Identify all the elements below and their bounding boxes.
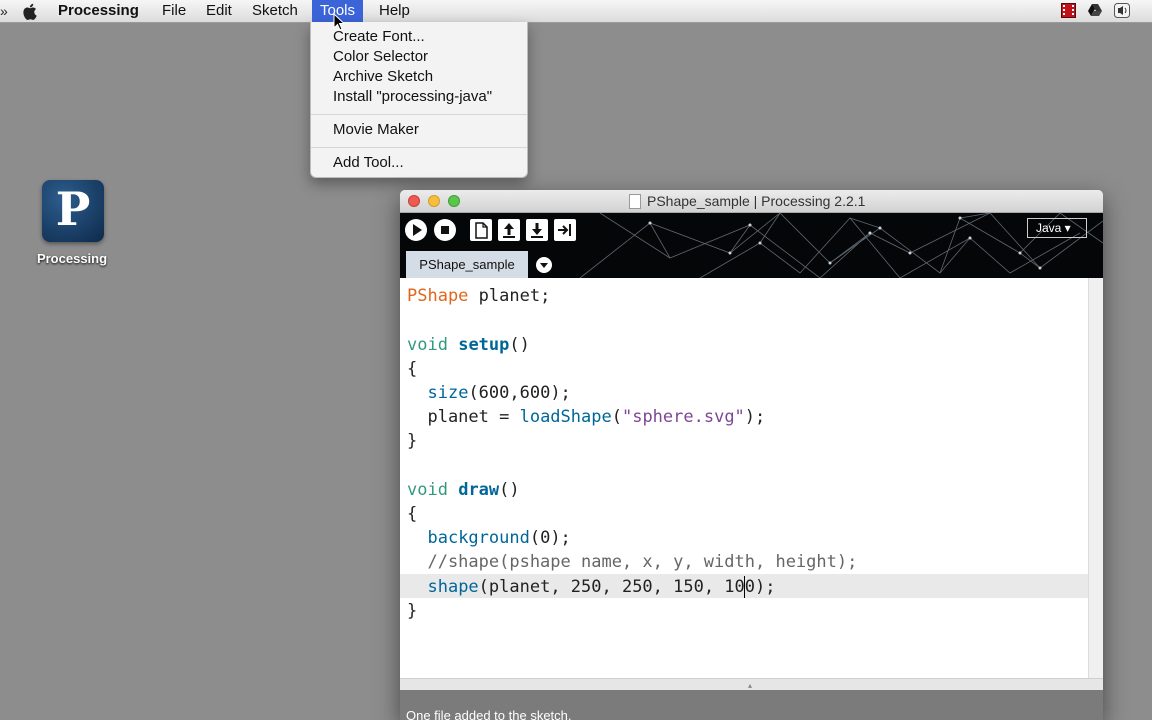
- status-message: One file added to the sketch.: [406, 708, 572, 720]
- export-icon: [558, 224, 571, 236]
- mouse-cursor-icon: [333, 13, 345, 31]
- code-line: }: [407, 431, 418, 451]
- menu-separator: [311, 114, 527, 115]
- window-title: PShape_sample | Processing 2.2.1: [647, 193, 866, 209]
- code-line: planet = loadShape("sphere.svg");: [407, 407, 766, 427]
- new-sketch-button[interactable]: [470, 219, 492, 241]
- menu-item-movie-maker[interactable]: Movie Maker: [333, 120, 419, 140]
- menu-item-install-processing-java[interactable]: Install "processing-java": [333, 87, 492, 107]
- menu-separator: [311, 147, 527, 148]
- menu-item-color-selector[interactable]: Color Selector: [333, 47, 428, 67]
- code-line: shape(planet, 250, 250, 150, 100);: [427, 577, 776, 597]
- code-line: void setup(): [407, 335, 530, 355]
- window-titlebar[interactable]: PShape_sample | Processing 2.2.1: [400, 190, 1103, 213]
- tab-pshape-sample[interactable]: PShape_sample: [406, 251, 528, 278]
- stop-button[interactable]: [434, 219, 456, 241]
- google-drive-icon[interactable]: [1087, 3, 1102, 18]
- volume-icon[interactable]: [1114, 3, 1130, 18]
- desktop-icon-label[interactable]: Processing: [22, 251, 122, 266]
- editor-scrollbar[interactable]: [1088, 278, 1103, 678]
- processing-logo-letter: P: [55, 182, 91, 236]
- close-window-icon[interactable]: [408, 195, 420, 207]
- menu-file[interactable]: File: [162, 0, 186, 22]
- menu-help[interactable]: Help: [379, 0, 410, 22]
- export-button[interactable]: [554, 219, 576, 241]
- menu-item-add-tool[interactable]: Add Tool...: [333, 153, 404, 173]
- run-icon: [413, 224, 422, 236]
- processing-app-icon[interactable]: P: [42, 180, 104, 242]
- code-line: PShape planet;: [407, 286, 551, 306]
- code-editor[interactable]: PShape planet; void setup() { size(600,6…: [400, 278, 1088, 678]
- stop-icon: [441, 226, 449, 234]
- code-line: size(600,600);: [427, 383, 571, 403]
- save-icon: [531, 223, 543, 238]
- open-icon: [503, 223, 515, 238]
- menu-sketch[interactable]: Sketch: [252, 0, 298, 22]
- mode-selector[interactable]: Java ▾: [1027, 218, 1087, 238]
- processing-window: PShape_sample | Processing 2.2.1 Java ▾ …: [400, 190, 1103, 720]
- chevron-down-icon: [540, 263, 548, 268]
- code-comment-line: //shape(pshape name, x, y, width, height…: [407, 552, 858, 572]
- tab-menu-button[interactable]: [536, 257, 552, 273]
- save-sketch-button[interactable]: [526, 219, 548, 241]
- open-sketch-button[interactable]: [498, 219, 520, 241]
- zoom-window-icon[interactable]: [448, 195, 460, 207]
- minimize-window-icon[interactable]: [428, 195, 440, 207]
- new-icon: [475, 222, 488, 239]
- text-caret: [744, 576, 745, 598]
- menu-edit[interactable]: Edit: [206, 0, 232, 22]
- code-line: void draw(): [407, 480, 520, 500]
- sketch-toolbar: Java ▾ PShape_sample: [400, 213, 1103, 278]
- code-line: }: [407, 601, 418, 621]
- code-line: background(0);: [427, 528, 571, 548]
- menu-bar: Processing File Edit Sketch Tools Help »: [0, 0, 1152, 23]
- run-button[interactable]: [405, 219, 427, 241]
- document-proxy-icon: [629, 194, 641, 209]
- message-area: One file added to the sketch.: [400, 690, 1103, 720]
- menu-item-archive-sketch[interactable]: Archive Sketch: [333, 67, 433, 87]
- menu-item-create-font[interactable]: Create Font...: [333, 27, 425, 47]
- code-line: {: [407, 504, 418, 524]
- apple-menu-icon[interactable]: [22, 0, 38, 22]
- menu-app-name[interactable]: Processing: [58, 0, 139, 22]
- divider-grip-icon[interactable]: ▴: [748, 681, 752, 690]
- tools-menu: Create Font... Color Selector Archive Sk…: [310, 22, 528, 178]
- recording-icon[interactable]: [1061, 3, 1076, 18]
- code-line: {: [407, 359, 418, 379]
